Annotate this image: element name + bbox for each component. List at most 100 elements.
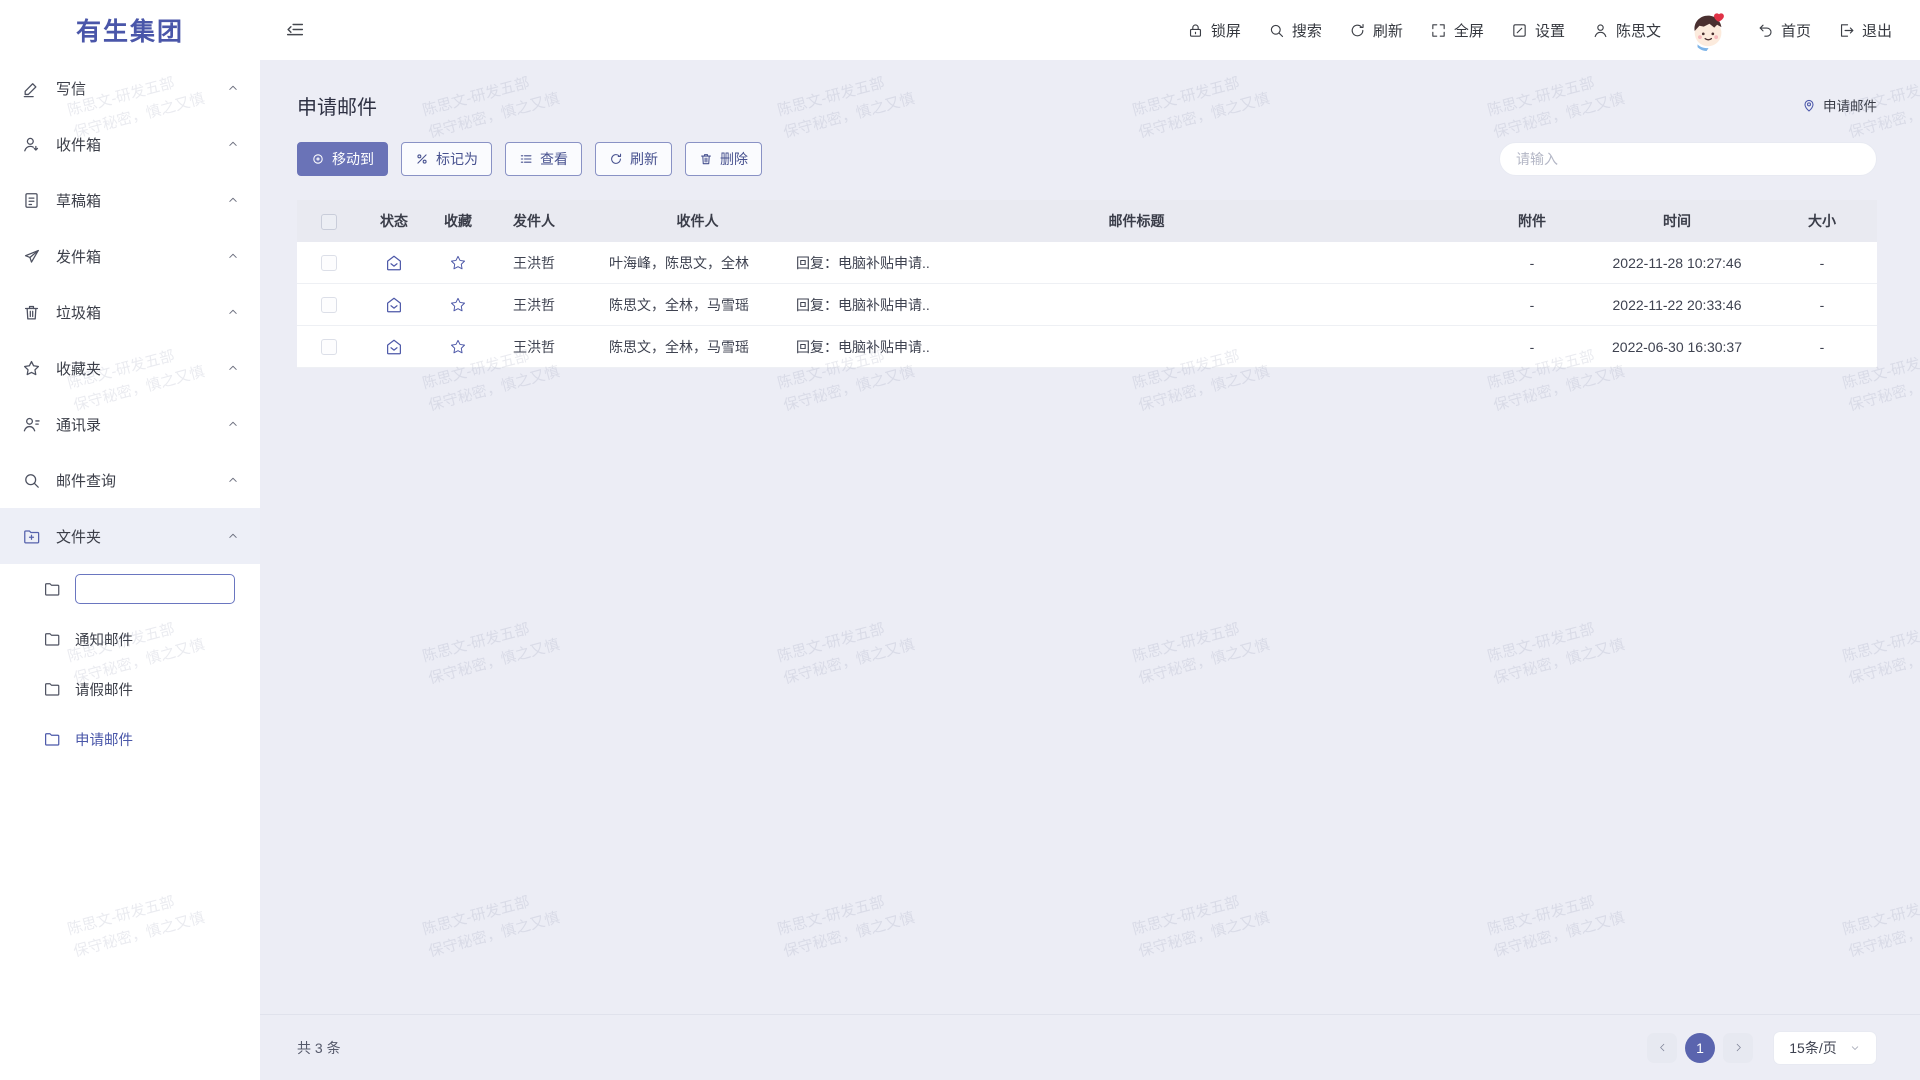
- folder-icon: [43, 580, 61, 598]
- folder-item-请假邮件[interactable]: 请假邮件: [0, 664, 260, 714]
- size-cell: -: [1767, 339, 1877, 355]
- topbar-item-refresh[interactable]: 刷新: [1349, 20, 1403, 41]
- mail-open-status-icon: [385, 296, 403, 314]
- sidebar-item-mail-search[interactable]: 邮件查询: [0, 452, 260, 508]
- topbar-item-search[interactable]: 搜索: [1268, 20, 1322, 41]
- topbar-item-logout[interactable]: 退出: [1838, 20, 1892, 41]
- favorite-star-icon[interactable]: [449, 296, 467, 314]
- toolbar-button-删除[interactable]: 删除: [685, 142, 762, 176]
- sidebar-item-favorites[interactable]: 收藏夹: [0, 340, 260, 396]
- list-footer: 共 3 条 1 15条/页: [260, 1014, 1920, 1080]
- row-checkbox[interactable]: [321, 255, 337, 271]
- toolbar-button-移动到[interactable]: 移动到: [297, 142, 388, 176]
- size-cell: -: [1767, 297, 1877, 313]
- chevron-up-icon: [226, 193, 240, 207]
- column-header: 大小: [1767, 211, 1877, 231]
- favorite-star-icon[interactable]: [449, 254, 467, 272]
- row-checkbox[interactable]: [321, 297, 337, 313]
- mail-row[interactable]: 王洪哲 陈思文，全林，马雪瑶 回复：电脑补贴申请.. - 2022-11-22 …: [297, 284, 1877, 326]
- sidebar-item-compose[interactable]: 写信: [0, 60, 260, 116]
- folder-icon: [43, 630, 61, 648]
- sidebar-item-contacts[interactable]: 通讯录: [0, 396, 260, 452]
- search-icon: [1268, 22, 1285, 39]
- page-size-value: 15条/页: [1789, 1038, 1836, 1058]
- toolbar: 移动到 标记为 查看 刷新 删除: [297, 142, 1877, 176]
- mail-open-status-icon: [385, 338, 403, 356]
- mail-row[interactable]: 王洪哲 陈思文，全林，马雪瑶 回复：电脑补贴申请.. - 2022-06-30 …: [297, 326, 1877, 368]
- topbar-item-fullscreen[interactable]: 全屏: [1430, 20, 1484, 41]
- folder-icon: [43, 730, 61, 748]
- folder-item-通知邮件[interactable]: 通知邮件: [0, 614, 260, 664]
- sender-cell: 王洪哲: [489, 337, 599, 357]
- page-size-select[interactable]: 15条/页: [1773, 1031, 1877, 1065]
- chevron-up-icon: [226, 305, 240, 319]
- lock-icon: [1187, 22, 1204, 39]
- mail-open-status-icon: [385, 254, 403, 272]
- topbar-item-current-user[interactable]: 陈思文: [1592, 20, 1661, 41]
- company-logo: 有生集团: [0, 0, 260, 60]
- fullscreen-icon: [1430, 22, 1447, 39]
- sidebar-item-inbox[interactable]: 收件箱: [0, 116, 260, 172]
- chevron-up-icon: [226, 137, 240, 151]
- chevron-up-icon: [226, 529, 240, 543]
- column-header: 收藏: [427, 211, 489, 231]
- user-avatar[interactable]: [1688, 9, 1730, 51]
- topbar-item-home[interactable]: 首页: [1757, 20, 1811, 41]
- time-cell: 2022-06-30 16:30:37: [1587, 339, 1767, 355]
- subject-cell: 回复：电脑补贴申请..: [796, 337, 1477, 357]
- favorite-star-icon[interactable]: [449, 338, 467, 356]
- attachment-cell: -: [1477, 339, 1587, 355]
- column-header: 附件: [1477, 211, 1587, 231]
- prev-page-button[interactable]: [1647, 1033, 1677, 1063]
- topbar-actions: 锁屏 搜索 刷新 全屏 设置 陈思文 首页 退出: [1187, 9, 1892, 51]
- select-all-checkbox[interactable]: [321, 214, 337, 230]
- attachment-cell: -: [1477, 255, 1587, 271]
- topbar-item-lock-screen[interactable]: 锁屏: [1187, 20, 1241, 41]
- total-count: 共 3 条: [297, 1038, 341, 1058]
- sender-cell: 王洪哲: [489, 295, 599, 315]
- sidebar-item-sent[interactable]: 发件箱: [0, 228, 260, 284]
- time-cell: 2022-11-22 20:33:46: [1587, 297, 1767, 313]
- collapse-sidebar-icon[interactable]: [284, 19, 306, 41]
- sidebar-item-folders[interactable]: 文件夹: [0, 508, 260, 564]
- main-content: 申请邮件 申请邮件 移动到 标记为 查看 刷新 删除 状态收藏发件人收: [260, 60, 1920, 1080]
- refresh-icon: [609, 152, 623, 166]
- new-folder-name-input[interactable]: [75, 574, 235, 604]
- list-icon: [519, 152, 533, 166]
- toolbar-button-刷新[interactable]: 刷新: [595, 142, 672, 176]
- folder-icon: [43, 680, 61, 698]
- subject-cell: 回复：电脑补贴申请..: [796, 295, 1477, 315]
- page-title: 申请邮件: [297, 91, 377, 120]
- column-header: 时间: [1587, 211, 1767, 231]
- recipients-cell: 陈思文，全林，马雪瑶: [599, 337, 796, 357]
- mail-row[interactable]: 王洪哲 叶海峰，陈思文，全林 回复：电脑补贴申请.. - 2022-11-28 …: [297, 242, 1877, 284]
- list-search-input[interactable]: [1516, 151, 1860, 167]
- sidebar-item-drafts[interactable]: 草稿箱: [0, 172, 260, 228]
- list-search-box: [1499, 142, 1877, 176]
- row-checkbox[interactable]: [321, 339, 337, 355]
- trash-icon: [699, 152, 713, 166]
- recipients-cell: 叶海峰，陈思文，全林: [599, 253, 796, 273]
- folder-item-new[interactable]: [0, 564, 260, 614]
- folder-item-申请邮件[interactable]: 申请邮件: [0, 714, 260, 764]
- breadcrumb: 申请邮件: [1801, 95, 1877, 115]
- size-cell: -: [1767, 255, 1877, 271]
- logout-icon: [1838, 22, 1855, 39]
- percent-icon: [415, 152, 429, 166]
- time-cell: 2022-11-28 10:27:46: [1587, 255, 1767, 271]
- sidebar-item-trash[interactable]: 垃圾箱: [0, 284, 260, 340]
- toolbar-button-查看[interactable]: 查看: [505, 142, 582, 176]
- page-number-button[interactable]: 1: [1685, 1033, 1715, 1063]
- location-pin-icon: [1801, 97, 1817, 113]
- table-header: 状态收藏发件人收件人邮件标题附件时间大小: [297, 200, 1877, 242]
- move-icon: [311, 152, 325, 166]
- sidebar: 有生集团 写信 收件箱 草稿箱 发件箱 垃圾箱 收藏夹 通讯录 邮件查询 文件夹: [0, 0, 260, 1080]
- pagination: 1 15条/页: [1647, 1031, 1877, 1065]
- toolbar-button-标记为[interactable]: 标记为: [401, 142, 492, 176]
- chevron-up-icon: [226, 417, 240, 431]
- chevron-up-icon: [226, 81, 240, 95]
- chevron-up-icon: [226, 473, 240, 487]
- next-page-button[interactable]: [1723, 1033, 1753, 1063]
- topbar-item-settings[interactable]: 设置: [1511, 20, 1565, 41]
- chevron-down-icon: [1849, 1042, 1861, 1054]
